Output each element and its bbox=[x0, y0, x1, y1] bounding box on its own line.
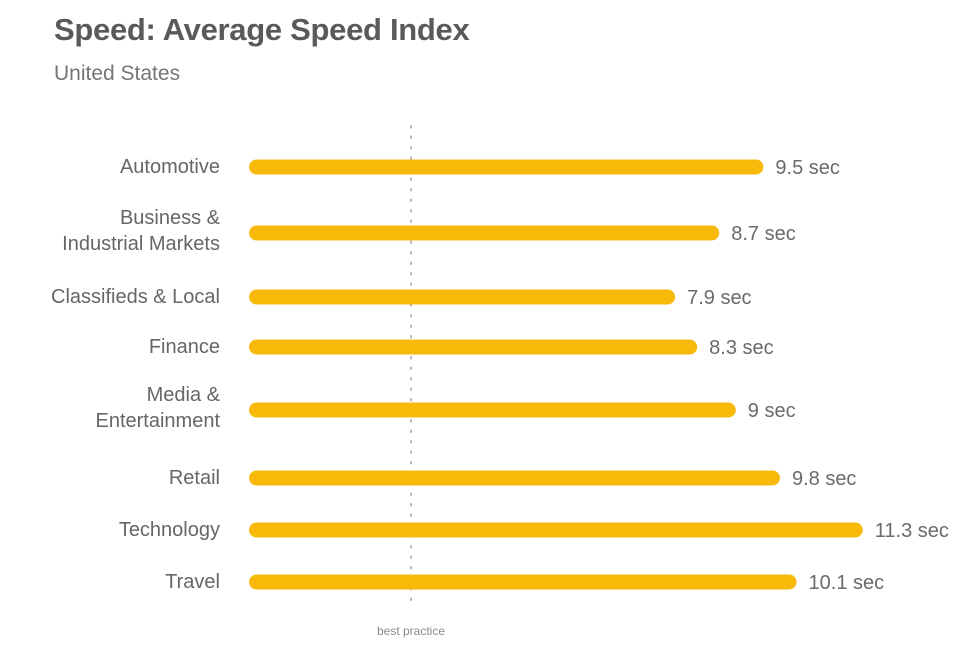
category-label-3: Finance bbox=[149, 336, 220, 358]
category-label-4-line-1: Media & bbox=[147, 384, 221, 406]
category-label-6: Technology bbox=[119, 519, 220, 541]
bar-1 bbox=[249, 225, 720, 241]
category-label-1-line-1: Business & bbox=[120, 207, 221, 229]
category-label-4-line-2: Entertainment bbox=[95, 410, 220, 432]
value-label-5: 9.8 sec bbox=[792, 468, 856, 490]
category-label-0: Automotive bbox=[120, 156, 220, 178]
value-label-0: 9.5 sec bbox=[775, 157, 839, 179]
bar-3 bbox=[249, 339, 698, 355]
category-label-7: Travel bbox=[165, 571, 220, 593]
bar-2 bbox=[249, 289, 676, 305]
value-label-1: 8.7 sec bbox=[731, 223, 795, 245]
category-label-2: Classifieds & Local bbox=[51, 286, 220, 308]
value-label-6: 11.3 sec bbox=[875, 520, 949, 542]
bar-0 bbox=[249, 159, 764, 175]
value-label-2: 7.9 sec bbox=[687, 287, 751, 309]
value-label-4: 9 sec bbox=[748, 400, 796, 422]
category-label-1-line-2: Industrial Markets bbox=[62, 233, 220, 255]
bar-5 bbox=[249, 470, 780, 486]
bar-6 bbox=[249, 522, 863, 538]
best-practice-label: best practice bbox=[377, 624, 445, 638]
value-label-3: 8.3 sec bbox=[709, 337, 773, 359]
category-label-5: Retail bbox=[169, 467, 220, 489]
bar-4 bbox=[249, 402, 736, 418]
value-label-7: 10.1 sec bbox=[809, 572, 885, 594]
bar-chart: best practice 9.5 sec Automotive 8.7 sec Bus… bbox=[51, 125, 949, 638]
bar-7 bbox=[249, 574, 797, 590]
